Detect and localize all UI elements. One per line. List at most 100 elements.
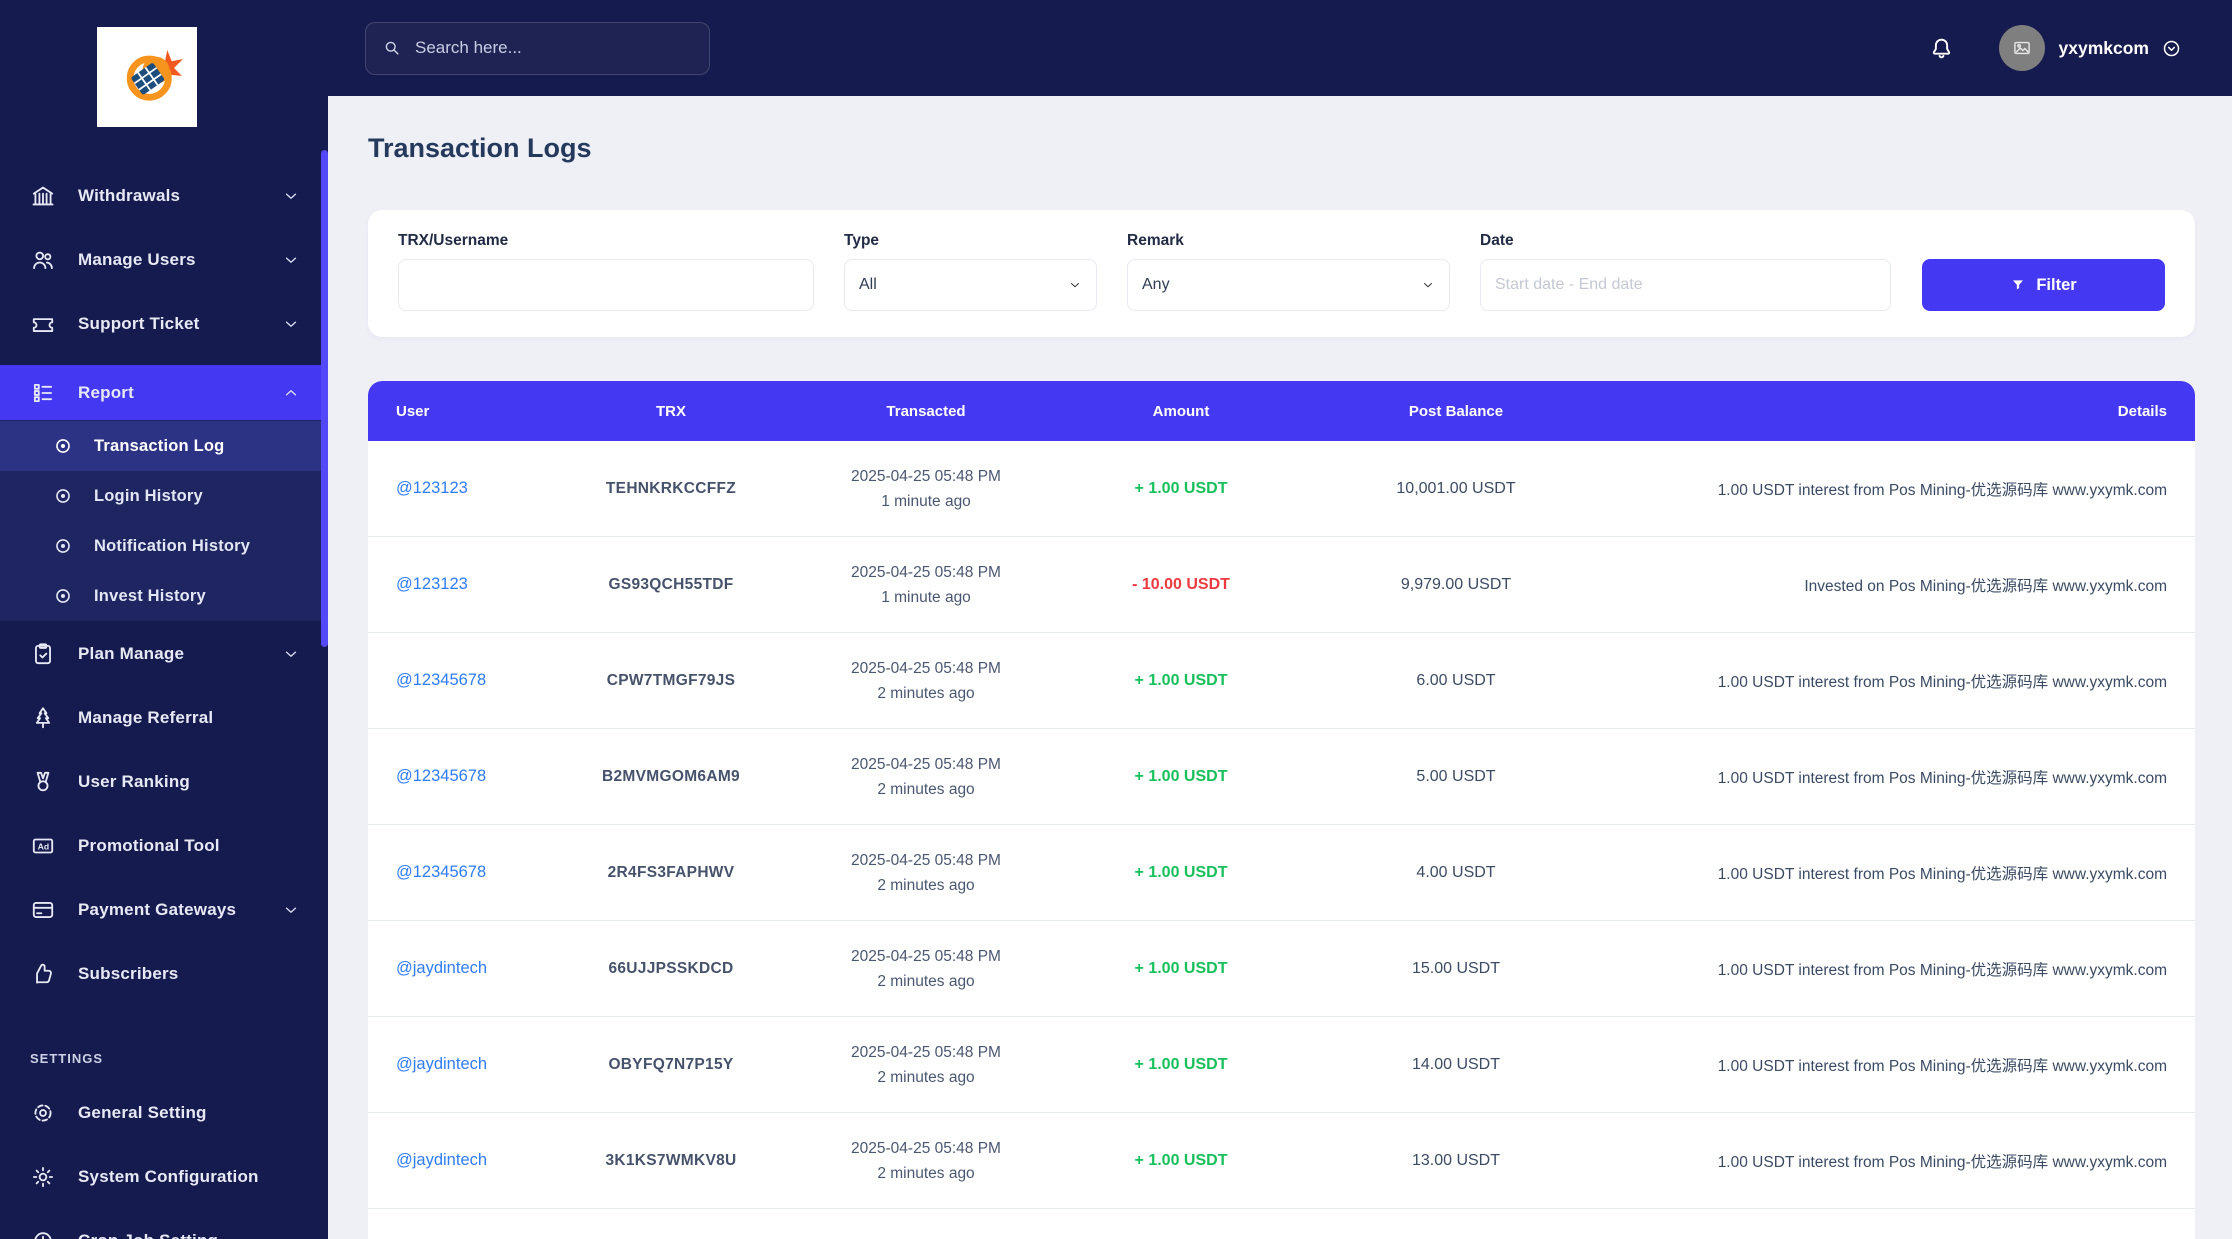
transactions-table: User TRX Transacted Amount Post Balance … [368,381,2195,1239]
sidebar-item-user-ranking[interactable]: User Ranking [0,759,328,805]
type-select-value: All [859,276,877,293]
table-row: @123123 TEHNKRKCCFFZ 2025-04-25 05:48 PM… [368,441,2195,537]
user-link[interactable]: @jaydintech [396,959,487,977]
chevron-down-circle-icon[interactable] [2161,38,2182,59]
sidebar-subitem-invest-history[interactable]: Invest History [0,571,328,621]
trx-code: 3K1KS7WMKV8U [605,1151,737,1169]
search-box [365,21,710,75]
sidebar-item-manage-referral[interactable]: Manage Referral [0,695,328,741]
sidebar-subitem-notification-history[interactable]: Notification History [0,521,328,571]
remark-field: Remark Any [1127,232,1450,311]
trx-code: 66UJJPSSKDCD [608,959,734,977]
list-icon [30,380,56,406]
sidebar-subitem-transaction-log[interactable]: Transaction Log [0,421,328,471]
sidebar-item-cron-job-setting[interactable]: Cron Job Setting [0,1218,328,1239]
user-link[interactable]: @jaydintech [396,1151,487,1169]
sidebar-item-support-ticket[interactable]: Support Ticket [0,301,328,347]
brand-logo[interactable] [97,27,197,127]
amount-cell: + 1.00 USDT [1134,1055,1228,1073]
topbar: yxymkcom [328,0,2232,96]
col-details: Details [2117,402,2167,420]
gear-icon [30,1164,56,1190]
medal-icon [30,769,56,795]
trx-code: 2R4FS3FAPHWV [607,863,735,881]
report-submenu: Transaction Log Login History Notificati… [0,420,328,621]
amount-cell: + 1.00 USDT [1134,1151,1228,1169]
sidebar-item-system-configuration[interactable]: System Configuration [0,1154,328,1200]
avatar-image-icon [2013,41,2030,55]
date-label: Date [1480,232,1514,249]
transacted-cell: 2025-04-25 05:48 PM 2 minutes ago [851,1139,1001,1182]
amount-cell: + 1.00 USDT [1134,767,1228,785]
post-balance-cell: 4.00 USDT [1416,863,1496,881]
user-link[interactable]: @12345678 [396,863,486,881]
user-link[interactable]: @jaydintech [396,1055,487,1073]
avatar[interactable] [1998,25,2045,71]
transacted-cell: 2025-04-25 05:48 PM 1 minute ago [851,563,1001,606]
ticket-icon [30,311,56,337]
sidebar-item-subscribers[interactable]: Subscribers [0,951,328,997]
credit-card-icon [30,897,56,923]
user-link[interactable]: @123123 [396,479,468,497]
post-balance-cell: 14.00 USDT [1411,1055,1501,1073]
user-link[interactable]: @12345678 [396,671,486,689]
username[interactable]: yxymkcom [2059,38,2149,59]
user-link[interactable]: @123123 [396,575,468,593]
trx-code: OBYFQ7N7P15Y [608,1055,734,1073]
table-row: @12345678 CPW7TMGF79JS 2025-04-25 05:48 … [368,633,2195,729]
col-user: User [396,402,430,420]
trx-code: B2MVMGOM6AM9 [602,767,740,785]
chevron-down-icon [282,187,300,205]
remark-select[interactable]: Any [1127,259,1450,311]
clock-icon [30,1228,56,1239]
chevron-up-icon [282,384,300,402]
table-row: @jaydintech OBYFQ7N7P15Y 2025-04-25 05:4… [368,1017,2195,1113]
search-input[interactable] [415,38,693,58]
table-row: @12345678 B2MVMGOM6AM9 2025-04-25 05:48 … [368,729,2195,825]
dot-circle-icon [52,485,74,507]
table-header: User TRX Transacted Amount Post Balance … [368,381,2195,441]
table-row: @jaydintech 66UJJPSSKDCD 2025-04-25 05:4… [368,921,2195,1017]
user-link[interactable]: @12345678 [396,767,486,785]
sidebar-item-manage-users[interactable]: Manage Users [0,237,328,283]
trx-code: GS93QCH55TDF [608,575,734,593]
chevron-down-icon [1421,278,1435,292]
bank-icon [30,183,56,209]
details-cell: 1.00 USDT interest from Pos Mining-优选源码库… [1717,1153,2167,1171]
type-select[interactable]: All [844,259,1097,311]
sidebar-scrollbar[interactable] [321,150,328,647]
filter-button[interactable]: Filter [1922,259,2165,311]
table-row: @123123 GS93QCH55TDF 2025-04-25 05:48 PM… [368,537,2195,633]
details-cell: 1.00 USDT interest from Pos Mining-优选源码库… [1717,769,2167,787]
main-content: Transaction Logs TRX/Username Type All R… [328,96,2232,1239]
sidebar-item-withdrawals[interactable]: Withdrawals [0,173,328,219]
trx-username-input[interactable] [413,276,799,294]
search-icon [385,41,399,55]
chevron-down-icon [1068,278,1082,292]
transacted-cell: 2025-04-25 05:48 PM 2 minutes ago [851,659,1001,702]
transacted-cell: 2025-04-25 05:48 PM 1 minute ago [851,467,1001,510]
amount-cell: - 10.00 USDT [1132,575,1230,593]
date-range-input[interactable] [1495,276,1876,294]
post-balance-cell: 9,979.00 USDT [1400,575,1512,593]
filter-card: TRX/Username Type All Remark Any Date St… [368,210,2195,337]
topbar-right: yxymkcom [1928,25,2232,71]
sidebar-item-plan-manage[interactable]: Plan Manage [0,631,328,677]
sidebar-item-payment-gateways[interactable]: Payment Gateways [0,887,328,933]
settings-section-label: SETTINGS [30,1051,104,1066]
users-icon [30,247,56,273]
details-cell: 1.00 USDT interest from Pos Mining-优选源码库… [1717,961,2167,979]
bell-icon[interactable] [1928,35,1955,62]
chevron-down-icon [282,315,300,333]
page-title: Transaction Logs [368,133,592,163]
sidebar: Withdrawals Manage Users Support Ticket … [0,0,328,1239]
sidebar-subitem-login-history[interactable]: Login History [0,471,328,521]
post-balance-cell: 15.00 USDT [1411,959,1501,977]
sidebar-item-report[interactable]: Report [0,365,328,420]
type-label: Type [844,232,880,249]
transacted-cell: 2025-04-25 05:48 PM 2 minutes ago [851,851,1001,894]
sidebar-item-promotional-tool[interactable]: Promotional Tool [0,823,328,869]
sidebar-item-general-setting[interactable]: General Setting [0,1090,328,1136]
col-transacted: Transacted [886,402,966,420]
amount-cell: + 1.00 USDT [1134,863,1228,881]
